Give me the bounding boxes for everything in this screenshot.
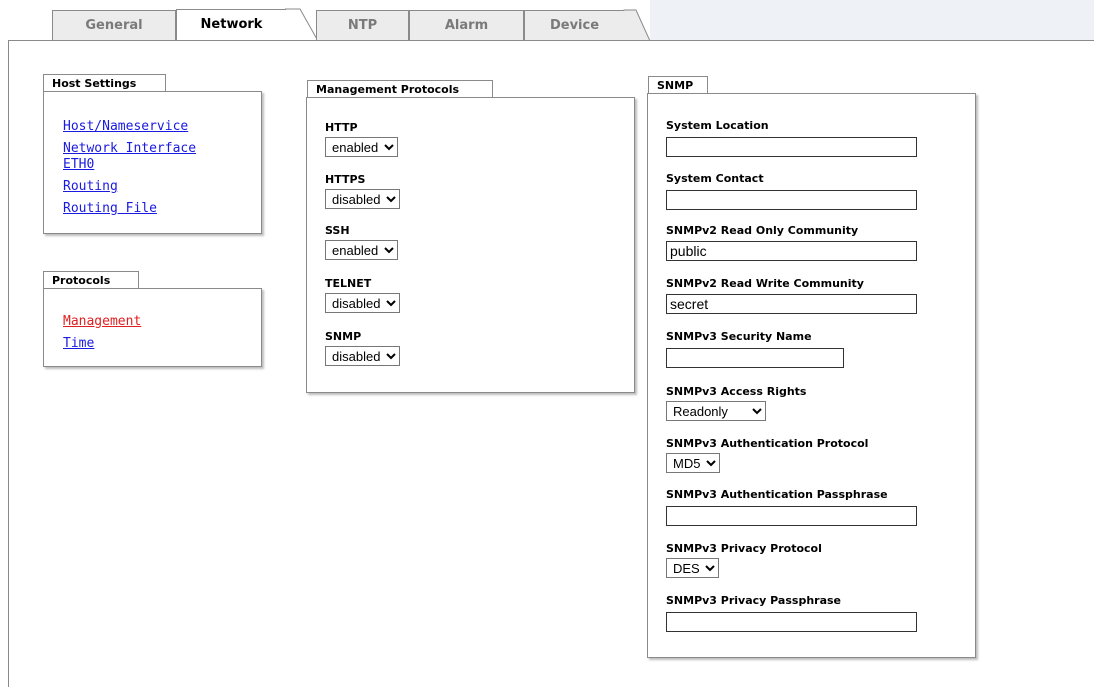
tab-device[interactable]: Device	[524, 10, 624, 40]
tab-ntp[interactable]: NTP	[316, 10, 409, 40]
v3-privacy-protocol-field: SNMPv3 Privacy Protocol DES	[666, 542, 822, 578]
snmp-protocol-label: SNMP	[325, 330, 362, 343]
ssh-select[interactable]: enabled	[325, 240, 398, 260]
https-field: HTTPS disabled	[325, 173, 400, 209]
telnet-select[interactable]: disabled	[325, 293, 400, 313]
v3-access-rights-select[interactable]: Readonly	[666, 401, 766, 421]
system-location-field: System Location	[666, 119, 917, 157]
link-network-interface[interactable]: Network Interface	[63, 141, 196, 157]
http-label: HTTP	[325, 121, 358, 134]
snmp-protocol-select[interactable]: disabled	[325, 346, 400, 366]
v2-ro-community-input[interactable]	[666, 241, 917, 261]
link-management[interactable]: Management	[63, 314, 141, 330]
ssh-field: SSH enabled	[325, 224, 398, 260]
system-location-label: System Location	[666, 119, 769, 132]
v3-privacy-passphrase-input[interactable]	[666, 612, 917, 632]
link-time[interactable]: Time	[63, 336, 141, 352]
v3-security-name-field: SNMPv3 Security Name	[666, 330, 844, 368]
management-protocols-title: Management Protocols	[307, 80, 493, 98]
http-field: HTTP enabled	[325, 121, 398, 157]
v3-auth-passphrase-field: SNMPv3 Authentication Passphrase	[666, 488, 917, 526]
v3-auth-passphrase-label: SNMPv3 Authentication Passphrase	[666, 488, 888, 501]
protocols-panel: Management Time	[43, 288, 262, 367]
system-contact-input[interactable]	[666, 190, 917, 210]
link-eth0[interactable]: ETH0	[63, 157, 196, 173]
ssh-label: SSH	[325, 224, 350, 237]
tab-network[interactable]: Network	[176, 9, 286, 42]
v3-auth-protocol-select[interactable]: MD5	[666, 453, 720, 473]
telnet-field: TELNET disabled	[325, 277, 400, 313]
link-host-nameservice[interactable]: Host/Nameservice	[63, 119, 196, 135]
tab-bar: General Network NTP Alarm Device	[0, 0, 1094, 42]
host-settings-panel: Host/Nameservice Network Interface ETH0 …	[43, 91, 262, 234]
v2-rw-community-field: SNMPv2 Read Write Community	[666, 277, 917, 314]
management-protocols-panel: HTTP enabled HTTPS disabled SSH enabled …	[306, 97, 635, 393]
v3-access-rights-label: SNMPv3 Access Rights	[666, 385, 807, 398]
v3-auth-protocol-label: SNMPv3 Authentication Protocol	[666, 437, 869, 450]
v3-privacy-passphrase-label: SNMPv3 Privacy Passphrase	[666, 594, 842, 607]
v3-auth-protocol-field: SNMPv3 Authentication Protocol MD5	[666, 437, 868, 473]
http-select[interactable]: enabled	[325, 137, 398, 157]
v2-rw-community-input[interactable]	[666, 294, 917, 314]
telnet-label: TELNET	[325, 277, 372, 290]
v2-ro-community-field: SNMPv2 Read Only Community	[666, 224, 917, 261]
snmp-panel: System Location System Contact SNMPv2 Re…	[647, 93, 976, 658]
snmp-title: SNMP	[648, 76, 708, 94]
link-routing-file[interactable]: Routing File	[63, 201, 196, 217]
protocols-title: Protocols	[43, 271, 139, 289]
snmp-protocol-field: SNMP disabled	[325, 330, 400, 366]
https-select[interactable]: disabled	[325, 189, 400, 209]
tab-general[interactable]: General	[52, 10, 176, 40]
system-contact-field: System Contact	[666, 172, 917, 210]
system-location-input[interactable]	[666, 137, 917, 157]
v3-security-name-input[interactable]	[666, 348, 844, 368]
link-routing[interactable]: Routing	[63, 179, 196, 195]
https-label: HTTPS	[325, 173, 366, 186]
v3-privacy-protocol-select[interactable]: DES	[666, 558, 719, 578]
system-contact-label: System Contact	[666, 172, 764, 185]
host-settings-title: Host Settings	[43, 74, 166, 92]
v3-privacy-protocol-label: SNMPv3 Privacy Protocol	[666, 542, 822, 555]
tab-bar-background	[650, 0, 1094, 42]
v3-access-rights-field: SNMPv3 Access Rights Readonly	[666, 385, 806, 421]
v3-auth-passphrase-input[interactable]	[666, 506, 917, 526]
v3-privacy-passphrase-field: SNMPv3 Privacy Passphrase	[666, 594, 917, 632]
v2-ro-community-label: SNMPv2 Read Only Community	[666, 224, 859, 237]
v2-rw-community-label: SNMPv2 Read Write Community	[666, 277, 864, 290]
tab-alarm[interactable]: Alarm	[409, 10, 524, 40]
v3-security-name-label: SNMPv3 Security Name	[666, 330, 812, 343]
